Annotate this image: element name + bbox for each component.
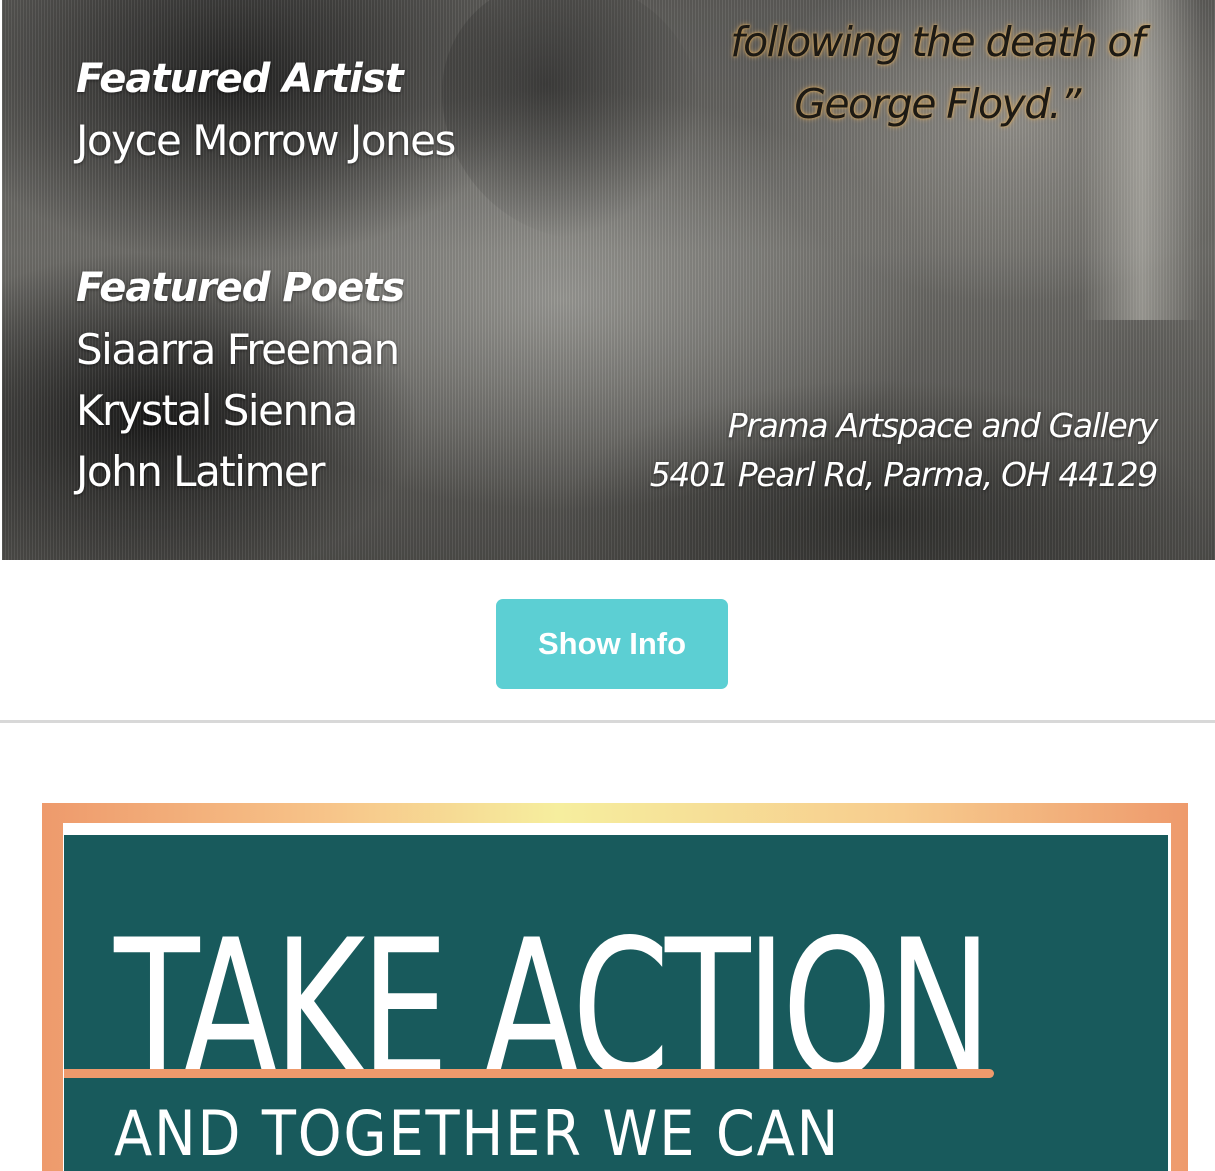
venue-address: 5401 Pearl Rd, Parma, OH 44129 bbox=[649, 455, 1159, 494]
poet-name: John Latimer bbox=[76, 447, 325, 496]
show-info-button[interactable]: Show Info bbox=[496, 599, 728, 689]
page: following the death of George Floyd.” Fe… bbox=[0, 0, 1215, 1171]
featured-artist-name: Joyce Morrow Jones bbox=[76, 116, 456, 165]
banner-panel: TAKE ACTION AND TOGETHER WE CAN bbox=[64, 835, 1168, 1171]
featured-poets-heading: Featured Poets bbox=[76, 265, 405, 311]
venue-name: Prama Artspace and Gallery bbox=[727, 406, 1159, 445]
banner-accent-line bbox=[64, 1069, 994, 1078]
take-action-banner-image: TAKE ACTION AND TOGETHER WE CAN bbox=[42, 803, 1188, 1171]
featured-artist-heading: Featured Artist bbox=[76, 56, 404, 102]
event-poster-image: following the death of George Floyd.” Fe… bbox=[2, 0, 1215, 560]
poet-name: Siaarra Freeman bbox=[76, 325, 400, 374]
take-action-subtitle: AND TOGETHER WE CAN bbox=[114, 1097, 841, 1170]
poet-name: Krystal Sienna bbox=[76, 386, 358, 435]
poster-quote-line-1: following the death of bbox=[730, 18, 1145, 66]
section-divider bbox=[0, 720, 1215, 723]
poster-quote-line-2: George Floyd.” bbox=[794, 80, 1081, 128]
